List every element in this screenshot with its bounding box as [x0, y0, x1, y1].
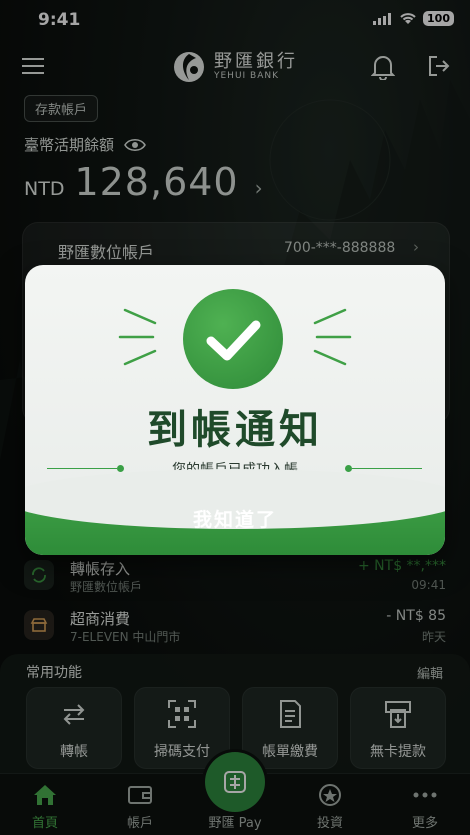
deposit-notice-modal: 到帳通知 您的帳戶已成功入帳 我知道了: [25, 265, 445, 555]
confirm-button[interactable]: 我知道了: [25, 505, 445, 532]
divider-line-right: [352, 468, 422, 469]
screen: 9:41 100 野匯銀行 YEHUI BANK 存款帳戶 臺幣活期餘額 NTD…: [0, 0, 470, 835]
divider-dot-right: [345, 465, 352, 472]
modal-title: 到帳通知: [147, 407, 323, 453]
success-check-icon: [183, 289, 283, 389]
